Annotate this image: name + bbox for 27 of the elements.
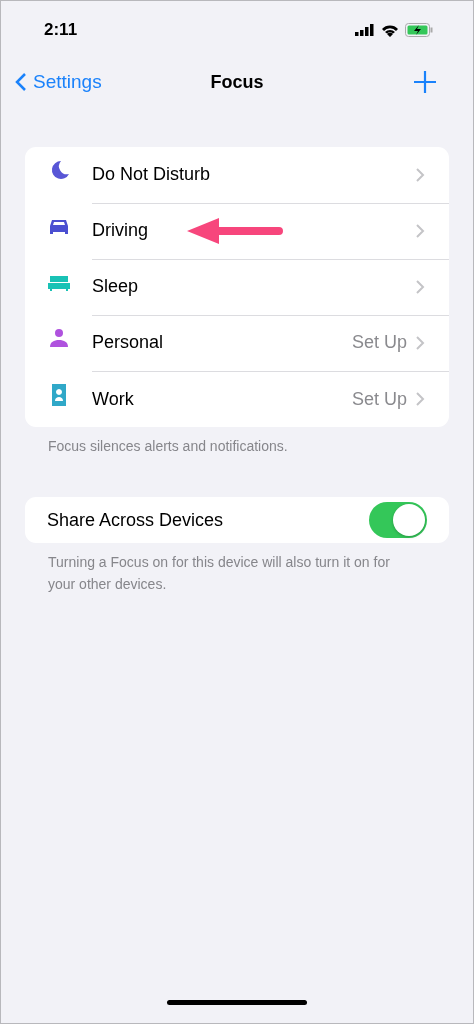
focus-label: Sleep (92, 276, 139, 297)
setup-label: Set Up (351, 388, 407, 410)
focus-row[interactable]: Do Not Disturb (92, 146, 449, 204)
share-label: Share Across Devices (47, 509, 224, 531)
chevron-icon (415, 278, 425, 295)
battery-charging-icon (405, 23, 433, 37)
share-toggle[interactable] (369, 502, 427, 538)
wifi-icon (381, 23, 399, 37)
focus-label: Personal (92, 332, 164, 353)
focus-label: Driving (92, 220, 148, 241)
add-icon[interactable] (413, 70, 437, 94)
nav-title: Focus (210, 71, 264, 93)
chevron-icon (415, 391, 425, 407)
focus-label: Work (92, 388, 134, 410)
chevron-icon (415, 222, 425, 239)
focus-label: Do Not Disturb (92, 164, 211, 185)
status-time: 2:11 (44, 20, 78, 40)
focus-footer: Focus silences alerts and notifications. (48, 435, 413, 457)
share-footer: Turning a Focus on for this device will also turn it on for your other devices. (48, 551, 413, 595)
chevron-icon (415, 334, 425, 351)
focus-row[interactable]: Sleep (92, 258, 449, 316)
focus-row[interactable]: Personal Set Up (92, 314, 449, 372)
focus-row[interactable]: Work Set Up (92, 371, 449, 427)
signal-icon (355, 24, 375, 36)
chevron-icon (415, 166, 425, 183)
back-chevron-icon (15, 72, 27, 92)
setup-label: Set Up (351, 332, 407, 353)
